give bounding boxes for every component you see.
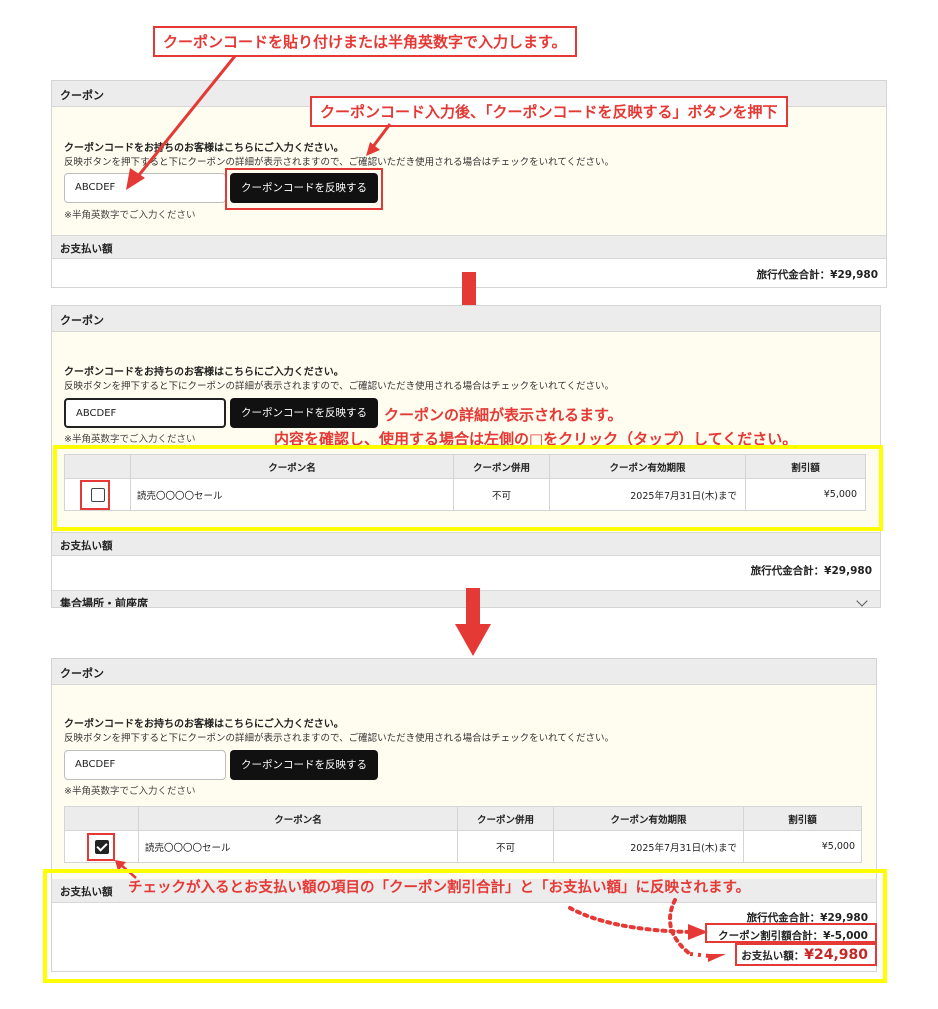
- payment-body: 旅行代金合計：¥29,980: [52, 556, 880, 584]
- travel-total-value: ¥29,980: [824, 565, 872, 577]
- coupon-header: クーポン: [52, 306, 880, 332]
- coupon-hint: ※半角英数字でご入力ください: [64, 434, 196, 445]
- travel-total: 旅行代金合計：¥29,980: [757, 267, 878, 282]
- coupon-intro-title: クーポンコードをお持ちのお客様はこちらにご入力ください。: [64, 367, 344, 378]
- coupon-expiry-cell: 2025年7月31日(木)まで: [553, 830, 744, 863]
- payment-header: お支払い額: [52, 235, 886, 259]
- coupon-hint: ※半角英数字でご入力ください: [64, 786, 196, 797]
- checked-checkbox-highlight: [87, 833, 115, 861]
- coupon-body: クーポンコードをお持ちのお客様はこちらにご入力ください。 反映ボタンを押下すると…: [52, 685, 876, 879]
- step-arrow-down-icon: [455, 588, 491, 656]
- select-column-header: [64, 806, 139, 831]
- coupon-code-input[interactable]: ABCDEF: [64, 398, 226, 428]
- coupon-expiry-header: クーポン有効期限: [553, 806, 744, 831]
- coupon-intro-title: クーポンコードをお持ちのお客様はこちらにご入力ください。: [64, 719, 344, 730]
- payment-amount-highlight: [735, 943, 877, 966]
- coupon-header: クーポン: [52, 659, 876, 685]
- travel-total-label: 旅行代金合計：: [756, 269, 831, 281]
- meeting-header-label: 集合場所・前座席: [60, 597, 148, 608]
- checkbox-highlight: [80, 480, 110, 510]
- detail-note-line1: クーポンの詳細が表示されるます。: [384, 406, 623, 424]
- apply-button-highlight: [225, 168, 383, 210]
- apply-coupon-button[interactable]: クーポンコードを反映する: [230, 750, 378, 780]
- travel-total: 旅行代金合計：¥29,980: [751, 563, 872, 578]
- coupon-discount-header: 割引額: [743, 806, 862, 831]
- coupon-name-cell: 読売〇〇〇〇セール: [138, 830, 458, 863]
- coupon-hint: ※半角英数字でご入力ください: [64, 210, 196, 221]
- apply-coupon-button[interactable]: クーポンコードを反映する: [230, 398, 378, 428]
- coupon-combine-cell: 不可: [457, 830, 554, 863]
- coupon-code-input[interactable]: ABCDEF: [64, 750, 226, 780]
- coupon-table-header: クーポン名 クーポン併用 クーポン有効期限 割引額: [64, 806, 862, 831]
- travel-total-label: 旅行代金合計：: [750, 565, 825, 577]
- coupon-discount-cell: ¥5,000: [743, 830, 862, 863]
- travel-total-value: ¥29,980: [830, 269, 878, 281]
- coupon-intro-desc: 反映ボタンを押下すると下にクーポンの詳細が表示されますので、ご確認いただき使用さ…: [64, 381, 615, 392]
- table-row: 読売〇〇〇〇セール 不可 2025年7月31日(木)まで ¥5,000: [64, 830, 862, 863]
- coupon-name-header: クーポン名: [138, 806, 458, 831]
- chevron-down-icon: [856, 595, 868, 607]
- coupon-table-highlight: [53, 445, 883, 531]
- coupon-intro-desc: 反映ボタンを押下すると下にクーポンの詳細が表示されますので、ご確認いただき使用さ…: [64, 733, 615, 744]
- callout-arrow-2: [366, 123, 392, 156]
- dotted-arrows: [568, 898, 726, 962]
- payment-header: お支払い額: [52, 532, 880, 556]
- coupon-combine-header: クーポン併用: [457, 806, 554, 831]
- coupon-table: クーポン名 クーポン併用 クーポン有効期限 割引額 読売〇〇〇〇セール 不可 2…: [64, 806, 862, 863]
